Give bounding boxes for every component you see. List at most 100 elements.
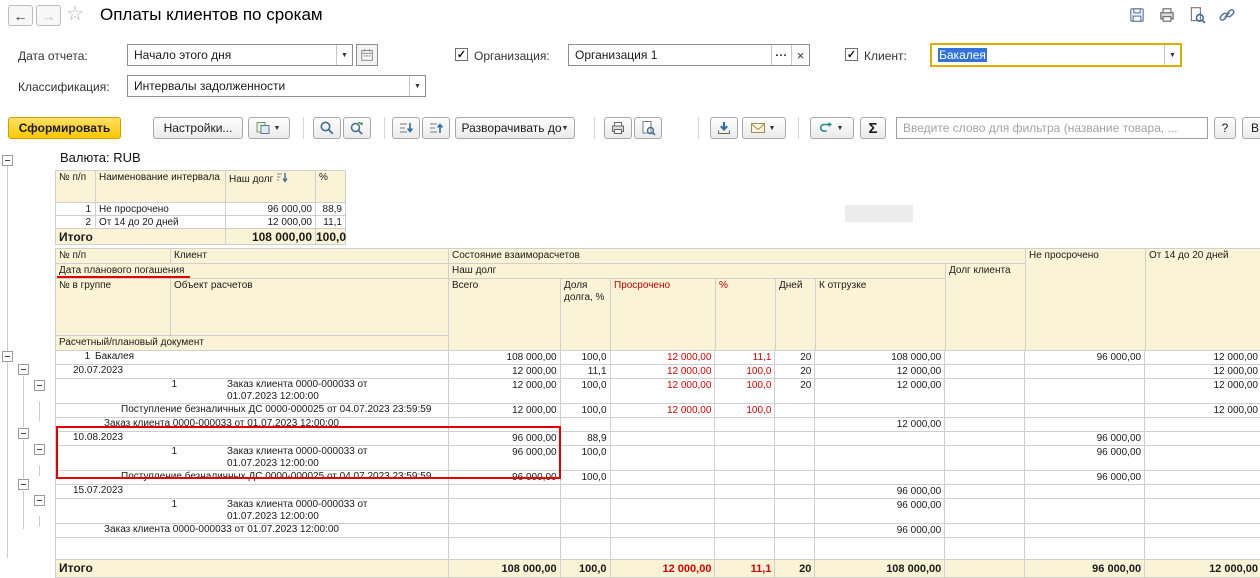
summary-cell-name[interactable]: Не просрочено xyxy=(96,203,226,216)
cell-client_debt[interactable] xyxy=(945,446,1025,471)
cell-overdue[interactable]: 12 000,00 xyxy=(611,560,716,578)
cell-total[interactable]: 12 000,00 xyxy=(449,379,561,404)
cell-not_overdue[interactable]: 96 000,00 xyxy=(1025,560,1145,578)
save-file-button[interactable] xyxy=(710,117,738,139)
cell-overdue[interactable]: 12 000,00 xyxy=(611,351,716,365)
cell-to_ship[interactable]: 12 000,00 xyxy=(815,365,945,379)
summary-cell-num[interactable]: 1 xyxy=(56,203,96,216)
cell-d14_20[interactable] xyxy=(1145,538,1260,560)
row-label-cell[interactable]: Заказ клиента 0000-000033 от 01.07.2023 … xyxy=(56,524,449,538)
back-button[interactable]: ← xyxy=(8,5,33,26)
organization-clear-icon[interactable] xyxy=(791,45,809,65)
cell-overdue[interactable]: 12 000,00 xyxy=(611,379,716,404)
cell-share[interactable] xyxy=(561,538,611,560)
cell-overdue[interactable]: 12 000,00 xyxy=(611,365,716,379)
collapse-toggle[interactable] xyxy=(34,380,45,391)
client-field[interactable]: Бакалея xyxy=(930,43,1182,67)
cell-to_ship[interactable]: 12 000,00 xyxy=(815,379,945,404)
toolbar-preview-button[interactable] xyxy=(634,117,662,139)
cell-not_overdue[interactable] xyxy=(1025,485,1145,499)
cell-overdue[interactable] xyxy=(611,432,716,446)
summary-total-pct[interactable]: 100,0 xyxy=(316,229,346,245)
cell-client_debt[interactable] xyxy=(945,538,1025,560)
cell-overdue[interactable] xyxy=(611,538,716,560)
cell-share[interactable]: 100,0 xyxy=(561,379,611,404)
cell-overdue[interactable] xyxy=(611,446,716,471)
cell-not_overdue[interactable]: 96 000,00 xyxy=(1025,446,1145,471)
cell-to_ship[interactable]: 96 000,00 xyxy=(815,524,945,538)
cell-days[interactable] xyxy=(775,538,815,560)
cell-days[interactable] xyxy=(775,499,815,524)
row-label-cell[interactable]: 1Бакалея xyxy=(56,351,449,365)
report-row-doc[interactable]: Поступление безналичных ДС 0000-000025 о… xyxy=(56,404,1260,418)
cell-days[interactable]: 20 xyxy=(775,351,815,365)
cell-overdue[interactable] xyxy=(611,418,716,432)
calendar-button[interactable] xyxy=(356,44,378,66)
cell-total[interactable]: 108 000,00 xyxy=(449,560,561,578)
row-label-cell[interactable]: Заказ клиента 0000-000033 от 01.07.2023 … xyxy=(56,418,449,432)
cell-total[interactable]: 12 000,00 xyxy=(449,404,561,418)
cell-not_overdue[interactable] xyxy=(1025,524,1145,538)
report-row-client[interactable]: 1Бакалея108 000,00100,012 000,0011,12010… xyxy=(56,351,1260,365)
collapse-toggle[interactable] xyxy=(18,364,29,375)
cell-overdue_pct[interactable]: 100,0 xyxy=(715,379,775,404)
row-label-cell[interactable]: Поступление безналичных ДС 0000-000025 о… xyxy=(56,471,449,485)
all-actions-button[interactable]: В xyxy=(1242,117,1260,139)
cell-days[interactable] xyxy=(775,524,815,538)
cell-to_ship[interactable]: 96 000,00 xyxy=(815,485,945,499)
cell-client_debt[interactable] xyxy=(945,485,1025,499)
cell-overdue_pct[interactable]: 100,0 xyxy=(715,404,775,418)
cell-client_debt[interactable] xyxy=(945,365,1025,379)
collapse-toggle[interactable] xyxy=(34,444,45,455)
cell-total[interactable]: 96 000,00 xyxy=(449,471,561,485)
cell-client_debt[interactable] xyxy=(945,379,1025,404)
report-row-date[interactable]: 15.07.202396 000,00 xyxy=(56,485,1260,499)
print-button[interactable] xyxy=(1156,4,1178,26)
summary-cell-num[interactable]: 2 xyxy=(56,216,96,229)
cell-days[interactable]: 20 xyxy=(775,560,815,578)
cell-total[interactable] xyxy=(449,499,561,524)
cell-to_ship[interactable] xyxy=(815,471,945,485)
help-button[interactable]: ? xyxy=(1214,117,1236,139)
cell-d14_20[interactable]: 12 000,00 xyxy=(1145,379,1260,404)
quick-filter-input[interactable] xyxy=(896,117,1208,139)
organization-field[interactable]: Организация 1 xyxy=(568,44,810,66)
cell-overdue_pct[interactable] xyxy=(715,499,775,524)
send-mail-button[interactable] xyxy=(742,117,786,139)
report-date-field[interactable]: Начало этого дня xyxy=(127,44,353,66)
cell-share[interactable]: 100,0 xyxy=(561,471,611,485)
cell-share[interactable] xyxy=(561,485,611,499)
save-button[interactable] xyxy=(1126,4,1148,26)
sum-button[interactable]: Σ xyxy=(860,117,886,139)
cell-share[interactable] xyxy=(561,418,611,432)
cell-days[interactable] xyxy=(775,418,815,432)
summary-total-debt[interactable]: 108 000,00 xyxy=(226,229,316,245)
collapse-groups-button[interactable] xyxy=(422,117,450,139)
cell-total[interactable] xyxy=(449,538,561,560)
report-row-date[interactable]: 10.08.202396 000,0088,996 000,00 xyxy=(56,432,1260,446)
row-label-cell[interactable]: 1Заказ клиента 0000-000033 от 01.07.2023… xyxy=(56,499,449,524)
preview-button[interactable] xyxy=(1186,4,1208,26)
cell-client_debt[interactable] xyxy=(945,560,1025,578)
report-row-plan[interactable]: Заказ клиента 0000-000033 от 01.07.2023 … xyxy=(56,418,1260,432)
cell-not_overdue[interactable] xyxy=(1025,499,1145,524)
toolbar-print-button[interactable] xyxy=(604,117,632,139)
report-variants-button[interactable] xyxy=(248,117,290,139)
cell-total[interactable]: 12 000,00 xyxy=(449,365,561,379)
return-button[interactable] xyxy=(810,117,854,139)
cell-overdue_pct[interactable] xyxy=(715,418,775,432)
cell-d14_20[interactable]: 12 000,00 xyxy=(1145,404,1260,418)
cell-overdue_pct[interactable]: 11,1 xyxy=(715,351,775,365)
cell-client_debt[interactable] xyxy=(945,524,1025,538)
cell-d14_20[interactable] xyxy=(1145,485,1260,499)
cell-d14_20[interactable] xyxy=(1145,418,1260,432)
cell-to_ship[interactable] xyxy=(815,446,945,471)
summary-header-debt[interactable]: Наш долг xyxy=(226,171,316,203)
cell-overdue_pct[interactable] xyxy=(715,446,775,471)
cell-not_overdue[interactable] xyxy=(1025,404,1145,418)
favorite-star-icon[interactable]: ☆ xyxy=(66,4,84,24)
search-button[interactable] xyxy=(313,117,341,139)
report-row-order[interactable]: 1Заказ клиента 0000-000033 от 01.07.2023… xyxy=(56,499,1260,524)
cell-overdue_pct[interactable] xyxy=(715,538,775,560)
cell-share[interactable]: 100,0 xyxy=(561,404,611,418)
